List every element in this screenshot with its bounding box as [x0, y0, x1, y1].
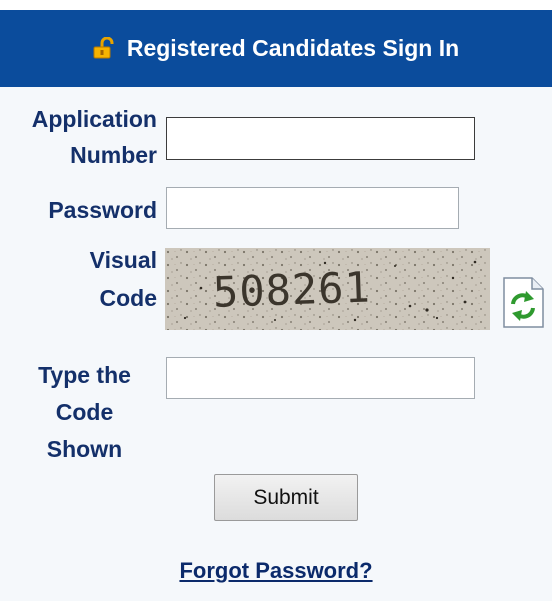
- visual-code-label: Visual Code: [89, 247, 157, 311]
- application-number-input[interactable]: [166, 117, 475, 160]
- panel-title: Registered Candidates Sign In: [126, 35, 460, 61]
- password-input[interactable]: [166, 187, 459, 229]
- unlock-icon: [93, 36, 114, 58]
- application-number-label: Application Number: [31, 106, 157, 168]
- panel-header: Registered Candidates Sign In: [0, 10, 552, 87]
- type-code-input[interactable]: [166, 357, 475, 399]
- password-label: Password: [48, 197, 157, 223]
- refresh-icon[interactable]: [501, 277, 544, 328]
- type-code-label: Type the Code Shown: [38, 362, 131, 462]
- captcha-text: 508261: [212, 262, 371, 316]
- forgot-password-link[interactable]: Forgot Password?: [0, 558, 552, 584]
- captcha-image: 508261: [165, 248, 490, 330]
- submit-button[interactable]: Submit: [214, 474, 358, 521]
